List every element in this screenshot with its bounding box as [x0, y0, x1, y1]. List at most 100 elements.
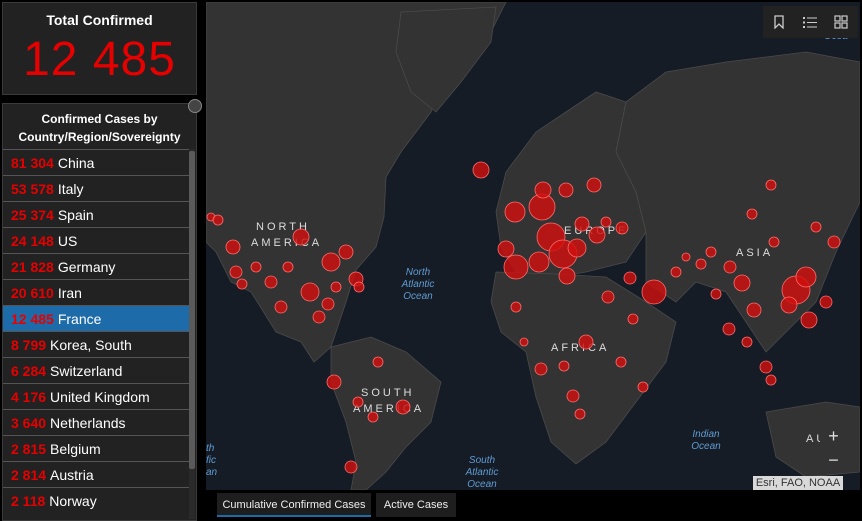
case-bubble[interactable] [558, 360, 570, 372]
list-item[interactable]: 25 374 Spain [3, 201, 190, 227]
list-item[interactable]: 53 578 Italy [3, 175, 190, 201]
list-item[interactable]: 3 640 Netherlands [3, 409, 190, 435]
tab-active-cases[interactable]: Active Cases [376, 493, 456, 517]
case-bubble[interactable] [212, 214, 224, 226]
list-item[interactable]: 20 610 Iran [3, 279, 190, 305]
case-bubble[interactable] [741, 336, 753, 348]
list-item[interactable]: 6 284 Switzerland [3, 357, 190, 383]
case-bubble[interactable] [578, 334, 594, 350]
case-bubble[interactable] [795, 266, 817, 288]
case-bubble[interactable] [705, 246, 717, 258]
case-bubble[interactable] [601, 290, 615, 304]
tab-cumulative-confirmed[interactable]: Cumulative Confirmed Cases [217, 493, 371, 517]
case-bubble[interactable] [503, 254, 529, 280]
case-bubble[interactable] [534, 181, 552, 199]
zoom-out-button[interactable]: − [820, 448, 847, 472]
list-item[interactable]: 24 148 US [3, 227, 190, 253]
case-bubble[interactable] [504, 201, 526, 223]
case-bubble[interactable] [768, 236, 780, 248]
case-bubble[interactable] [344, 460, 358, 474]
case-bubble[interactable] [395, 399, 411, 415]
case-bubble[interactable] [600, 216, 612, 228]
map-view[interactable]: NORTH AMERICA SOUTH AMERICA EUROPE ASIA … [206, 2, 860, 490]
case-bubble[interactable] [759, 360, 773, 374]
bookmark-icon[interactable] [763, 6, 794, 38]
case-bubble[interactable] [670, 266, 682, 278]
case-bubble[interactable] [321, 252, 341, 272]
case-bubble[interactable] [300, 282, 320, 302]
case-bubble[interactable] [225, 239, 241, 255]
label-indian-2: Ocean [691, 441, 721, 452]
case-bubble[interactable] [695, 258, 707, 270]
list-item[interactable]: 81 304 China [3, 149, 190, 175]
case-bubble[interactable] [586, 177, 602, 193]
world-map[interactable]: NORTH AMERICA SOUTH AMERICA EUROPE ASIA … [206, 2, 860, 490]
case-bubble[interactable] [567, 238, 587, 258]
case-bubble[interactable] [312, 310, 326, 324]
case-bubble[interactable] [352, 396, 364, 408]
case-bubble[interactable] [827, 235, 841, 249]
case-bubble[interactable] [229, 265, 243, 279]
case-bubble[interactable] [710, 288, 722, 300]
case-bubble[interactable] [558, 182, 574, 198]
total-confirmed-panel: Total Confirmed 12 485 [2, 2, 197, 95]
case-bubble[interactable] [558, 267, 576, 285]
case-bubble[interactable] [264, 275, 278, 289]
case-bubble[interactable] [746, 208, 758, 220]
expand-icon[interactable] [188, 99, 202, 113]
case-bubble[interactable] [641, 279, 667, 305]
case-bubble[interactable] [472, 161, 490, 179]
case-bubble[interactable] [615, 221, 629, 235]
case-bubble[interactable] [810, 221, 822, 233]
basemap-gallery-icon[interactable] [825, 6, 856, 38]
map-attribution[interactable]: Esri, FAO, NOAA [753, 476, 843, 490]
case-bubble[interactable] [274, 300, 288, 314]
case-bubble[interactable] [623, 271, 637, 285]
case-bubble[interactable] [326, 374, 342, 390]
list-item[interactable]: 2 815 Belgium [3, 435, 190, 461]
list-item[interactable]: 4 176 United Kingdom [3, 383, 190, 409]
case-bubble[interactable] [497, 240, 515, 258]
case-bubble[interactable] [723, 260, 737, 274]
case-bubble[interactable] [250, 261, 262, 273]
case-bubble[interactable] [330, 281, 342, 293]
case-bubble[interactable] [574, 408, 586, 420]
list-item[interactable]: 2 118 Norway [3, 487, 190, 513]
case-bubble[interactable] [236, 278, 248, 290]
case-bubble[interactable] [765, 374, 777, 386]
case-bubble[interactable] [566, 389, 580, 403]
case-bubble[interactable] [292, 228, 310, 246]
case-bubble[interactable] [528, 251, 550, 273]
case-bubble[interactable] [588, 226, 606, 244]
zoom-in-button[interactable]: + [820, 424, 847, 448]
case-bubble[interactable] [780, 296, 798, 314]
case-bubble[interactable] [282, 261, 294, 273]
case-bubble[interactable] [765, 179, 777, 191]
case-bubble[interactable] [637, 381, 649, 393]
case-bubble[interactable] [372, 356, 384, 368]
case-bubble[interactable] [733, 274, 751, 292]
case-bubble[interactable] [800, 311, 818, 329]
case-bubble[interactable] [681, 252, 691, 262]
case-bubble[interactable] [353, 281, 365, 293]
case-bubble[interactable] [338, 244, 354, 260]
case-bubble[interactable] [519, 337, 529, 347]
case-bubble[interactable] [574, 216, 590, 232]
list-item[interactable]: 8 799 Korea, South [3, 331, 190, 357]
case-bubble[interactable] [746, 302, 762, 318]
list-scroll-thumb[interactable] [189, 151, 195, 469]
case-bubble[interactable] [615, 356, 627, 368]
list-item[interactable]: 2 814 Austria [3, 461, 190, 487]
case-bubble[interactable] [819, 295, 833, 309]
map-toolbar [763, 6, 858, 38]
case-bubble[interactable] [510, 301, 522, 313]
case-bubble[interactable] [321, 297, 335, 311]
case-bubble[interactable] [534, 362, 548, 376]
case-bubble[interactable] [627, 313, 639, 325]
list-item[interactable]: 21 828 Germany [3, 253, 190, 279]
list-item[interactable]: 12 485 France [3, 305, 190, 331]
case-bubble[interactable] [367, 411, 379, 423]
case-bubble[interactable] [722, 322, 736, 336]
list-scrollbar[interactable] [189, 149, 195, 519]
legend-list-icon[interactable] [794, 6, 825, 38]
